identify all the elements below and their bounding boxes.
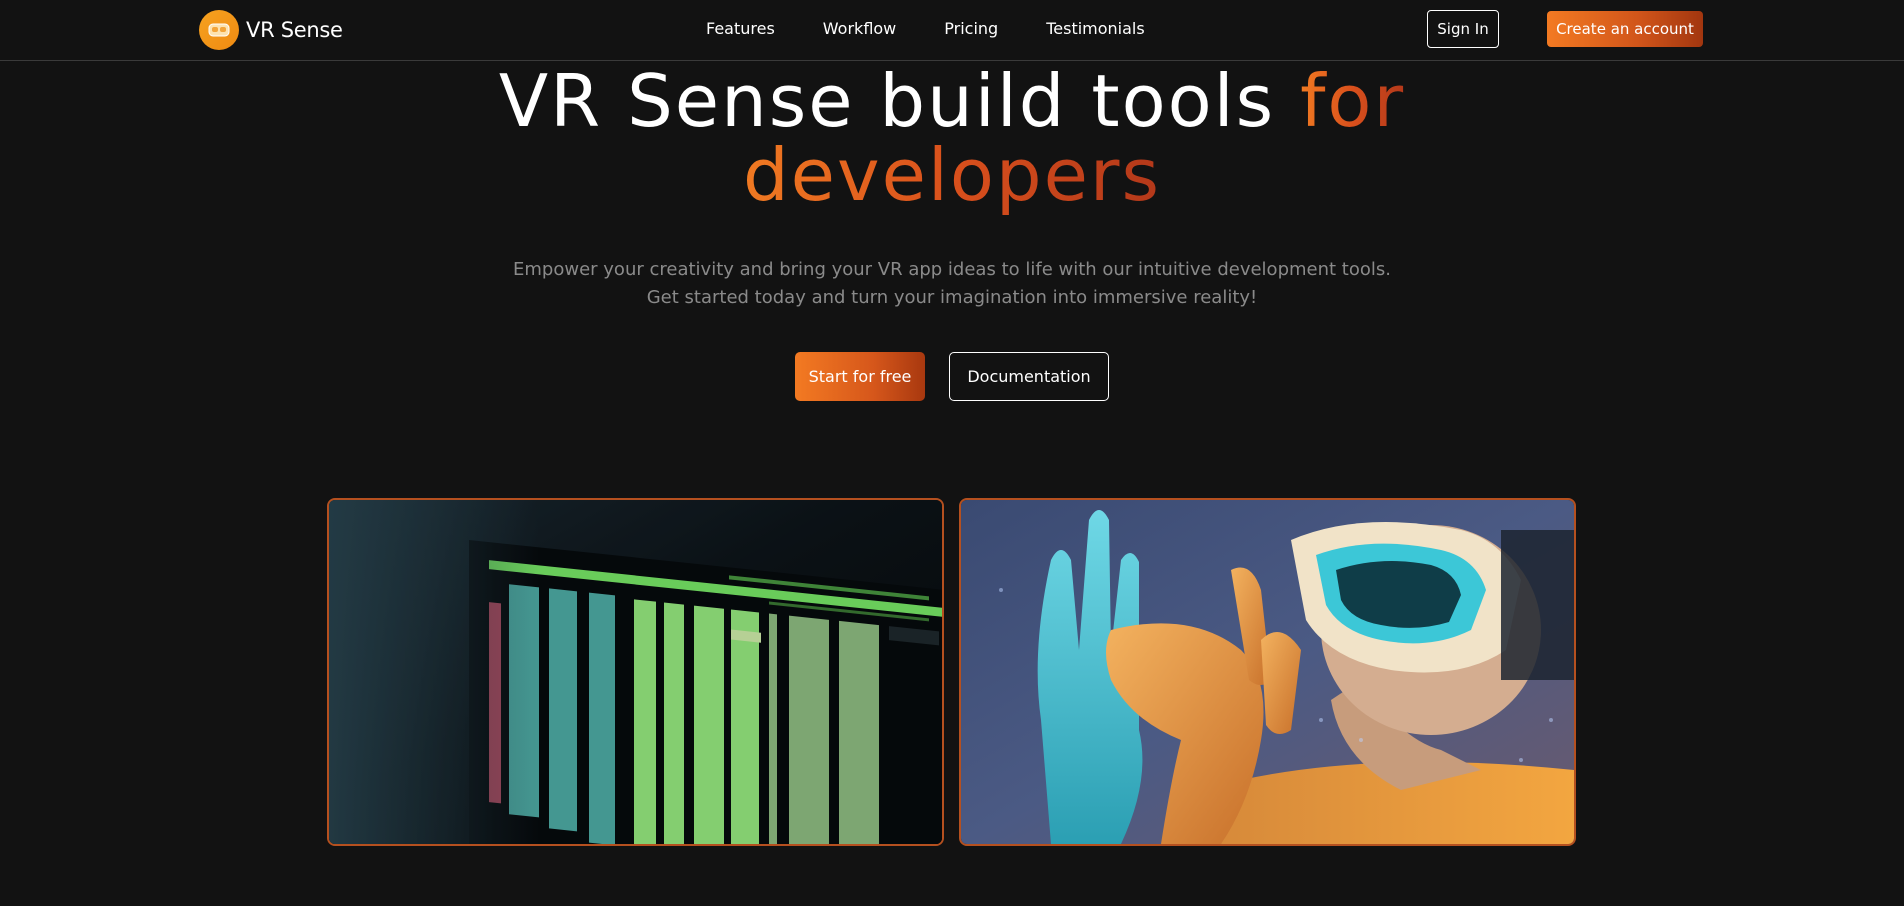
hero-subtitle: Empower your creativity and bring your V… [0, 256, 1904, 312]
main-nav: Features Workflow Pricing Testimonials [706, 18, 1145, 40]
hero-title-main: VR Sense build tools [498, 59, 1301, 143]
hero-subtitle-line-2: Get started today and turn your imaginat… [646, 287, 1258, 308]
sign-in-button[interactable]: Sign In [1427, 10, 1499, 48]
hero-title-accent-for: for [1300, 59, 1406, 143]
create-account-button[interactable]: Create an account [1547, 11, 1703, 47]
brand-name: VR Sense [246, 18, 343, 42]
nav-link-pricing[interactable]: Pricing [944, 18, 998, 40]
start-for-free-button[interactable]: Start for free [795, 352, 925, 401]
nav-link-testimonials[interactable]: Testimonials [1046, 18, 1145, 40]
top-navbar: VR Sense Features Workflow Pricing Testi… [0, 0, 1904, 61]
nav-link-features[interactable]: Features [706, 18, 775, 40]
vr-headset-logo-icon [199, 10, 239, 50]
hero-subtitle-line-1: Empower your creativity and bring your V… [513, 259, 1391, 280]
brand-home-link[interactable]: VR Sense [199, 10, 343, 50]
vr-person-image [961, 500, 1574, 844]
hero-title-accent-developers: developers [742, 133, 1162, 217]
hero-title: VR Sense build tools for developers [0, 64, 1904, 212]
terminal-image-card [327, 498, 944, 846]
nav-link-workflow[interactable]: Workflow [823, 18, 896, 40]
page: VR Sense Features Workflow Pricing Testi… [0, 0, 1904, 906]
terminal-screen-image [329, 500, 942, 844]
documentation-button[interactable]: Documentation [949, 352, 1109, 401]
vr-person-image-card [959, 498, 1576, 846]
